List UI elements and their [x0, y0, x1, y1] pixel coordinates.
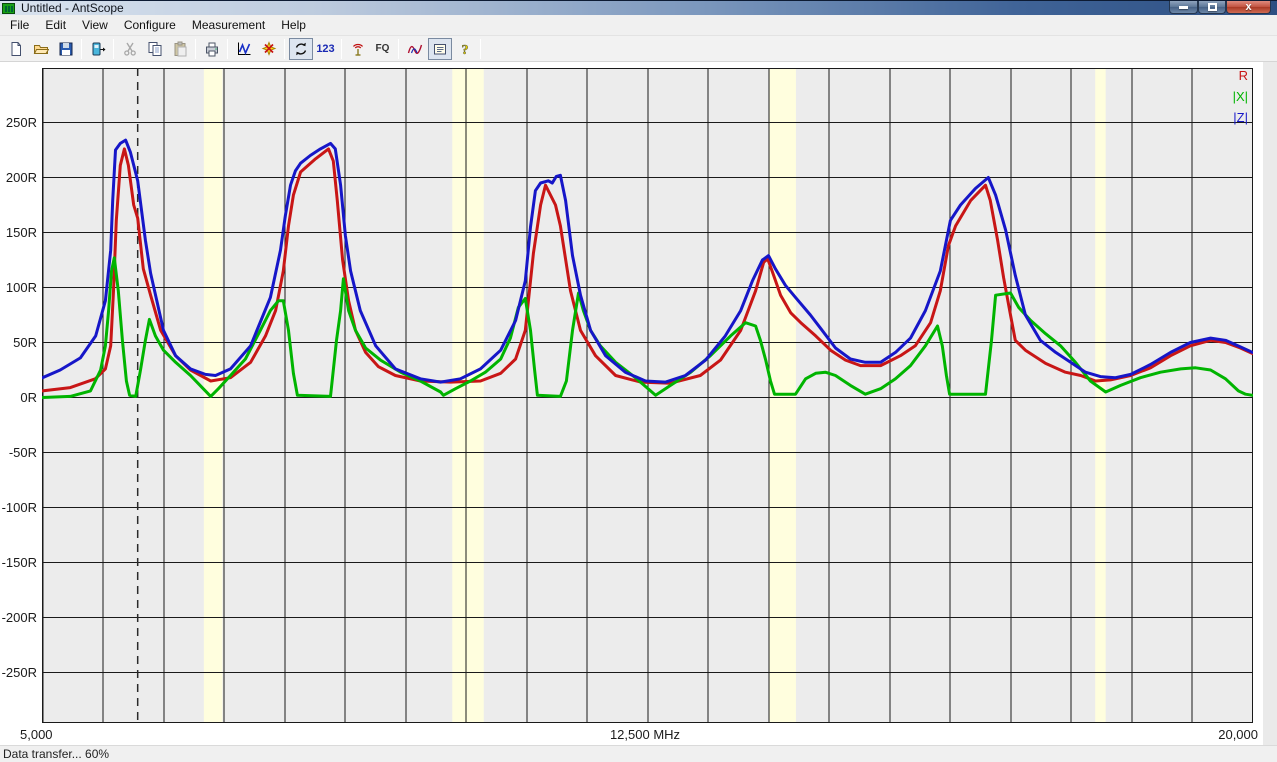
y-tick: -50R [0, 445, 37, 461]
chart-curve-icon [236, 41, 252, 57]
status-text: Data transfer... 60% [3, 747, 109, 761]
y-tick: 0R [0, 390, 37, 406]
antenna-button[interactable] [346, 38, 370, 60]
legend-R: R [1198, 65, 1248, 86]
antscope-window: Untitled - AntScope x File Edit View Con… [0, 0, 1277, 762]
waves-icon [407, 41, 423, 57]
maximize-icon [1208, 3, 1217, 11]
toolbar-separator [480, 39, 481, 59]
toolbar-separator [341, 39, 342, 59]
multi-graph-button[interactable] [403, 38, 427, 60]
legend-X: |X| [1198, 86, 1248, 107]
numbers-label: 123 [316, 43, 334, 55]
toolbar-separator [195, 39, 196, 59]
y-tick: 250R [0, 115, 37, 131]
window-title: Untitled - AntScope [21, 1, 124, 16]
minimize-icon [1179, 6, 1188, 9]
menu-edit[interactable]: Edit [37, 16, 74, 34]
printer-icon [204, 41, 220, 57]
menu-view[interactable]: View [74, 16, 116, 34]
delete-markers-button[interactable] [257, 38, 281, 60]
antenna-signal-icon [350, 41, 366, 57]
save-floppy-icon [58, 41, 74, 57]
new-document-icon [8, 41, 24, 57]
y-tick: 100R [0, 280, 37, 296]
chart-button[interactable] [232, 38, 256, 60]
close-button[interactable]: x [1226, 1, 1271, 14]
svg-text:?: ? [461, 43, 468, 57]
legend-Z: |Z| [1198, 107, 1248, 128]
impedance-plot[interactable] [42, 68, 1253, 723]
show-table-button[interactable] [428, 38, 452, 60]
menu-help[interactable]: Help [273, 16, 314, 34]
continuous-scan-button[interactable] [289, 38, 313, 60]
menu-bar: File Edit View Configure Measurement Hel… [0, 15, 1277, 36]
paste-icon [172, 41, 188, 57]
app-icon [2, 3, 15, 14]
paste-button[interactable] [168, 38, 192, 60]
scissors-icon [122, 41, 138, 57]
copy-icon [147, 41, 163, 57]
y-tick: -150R [0, 555, 37, 571]
x-tick: 20,000 [1108, 727, 1258, 743]
close-icon: x [1245, 2, 1251, 13]
toolbar-separator [227, 39, 228, 59]
toolbar: 123 FQ ? [0, 36, 1277, 62]
menu-measurement[interactable]: Measurement [184, 16, 273, 34]
fq-label: FQ [376, 43, 390, 54]
new-file-button[interactable] [4, 38, 28, 60]
star-delete-icon [261, 41, 277, 57]
cut-button[interactable] [118, 38, 142, 60]
menu-configure[interactable]: Configure [116, 16, 184, 34]
toolbar-separator [398, 39, 399, 59]
y-tick: -200R [0, 610, 37, 626]
copy-button[interactable] [143, 38, 167, 60]
title-bar: Untitled - AntScope x [0, 0, 1277, 15]
help-icon: ? [457, 41, 473, 57]
toolbar-separator [113, 39, 114, 59]
save-button[interactable] [54, 38, 78, 60]
right-gutter [1263, 62, 1277, 745]
x-tick: 12,500 MHz [545, 727, 745, 743]
legend: R|X||Z| [1198, 65, 1248, 128]
analyzer-device-icon [90, 41, 106, 57]
open-folder-icon [33, 41, 49, 57]
frequency-button[interactable]: FQ [371, 38, 395, 60]
chart-area: 250R 200R 150R 100R 50R 0R -50R -100R -150R -200R… [0, 62, 1277, 745]
toolbar-separator [81, 39, 82, 59]
status-bar: Data transfer... 60% [0, 745, 1277, 762]
y-tick: -100R [0, 500, 37, 516]
print-button[interactable] [200, 38, 224, 60]
connect-analyzer-button[interactable] [86, 38, 110, 60]
open-file-button[interactable] [29, 38, 53, 60]
refresh-arrows-icon [293, 41, 309, 57]
band-highlight [452, 68, 483, 723]
y-tick: -250R [0, 665, 37, 681]
y-tick: 150R [0, 225, 37, 241]
help-button[interactable]: ? [453, 38, 477, 60]
list-icon [432, 41, 448, 57]
numbers-button[interactable]: 123 [314, 38, 338, 60]
y-tick: 50R [0, 335, 37, 351]
x-tick: 5,000 [20, 727, 53, 743]
menu-file[interactable]: File [2, 16, 37, 34]
toolbar-separator [284, 39, 285, 59]
y-tick: 200R [0, 170, 37, 186]
minimize-button[interactable] [1169, 1, 1198, 14]
band-highlight [1095, 68, 1105, 723]
maximize-button[interactable] [1198, 1, 1226, 14]
